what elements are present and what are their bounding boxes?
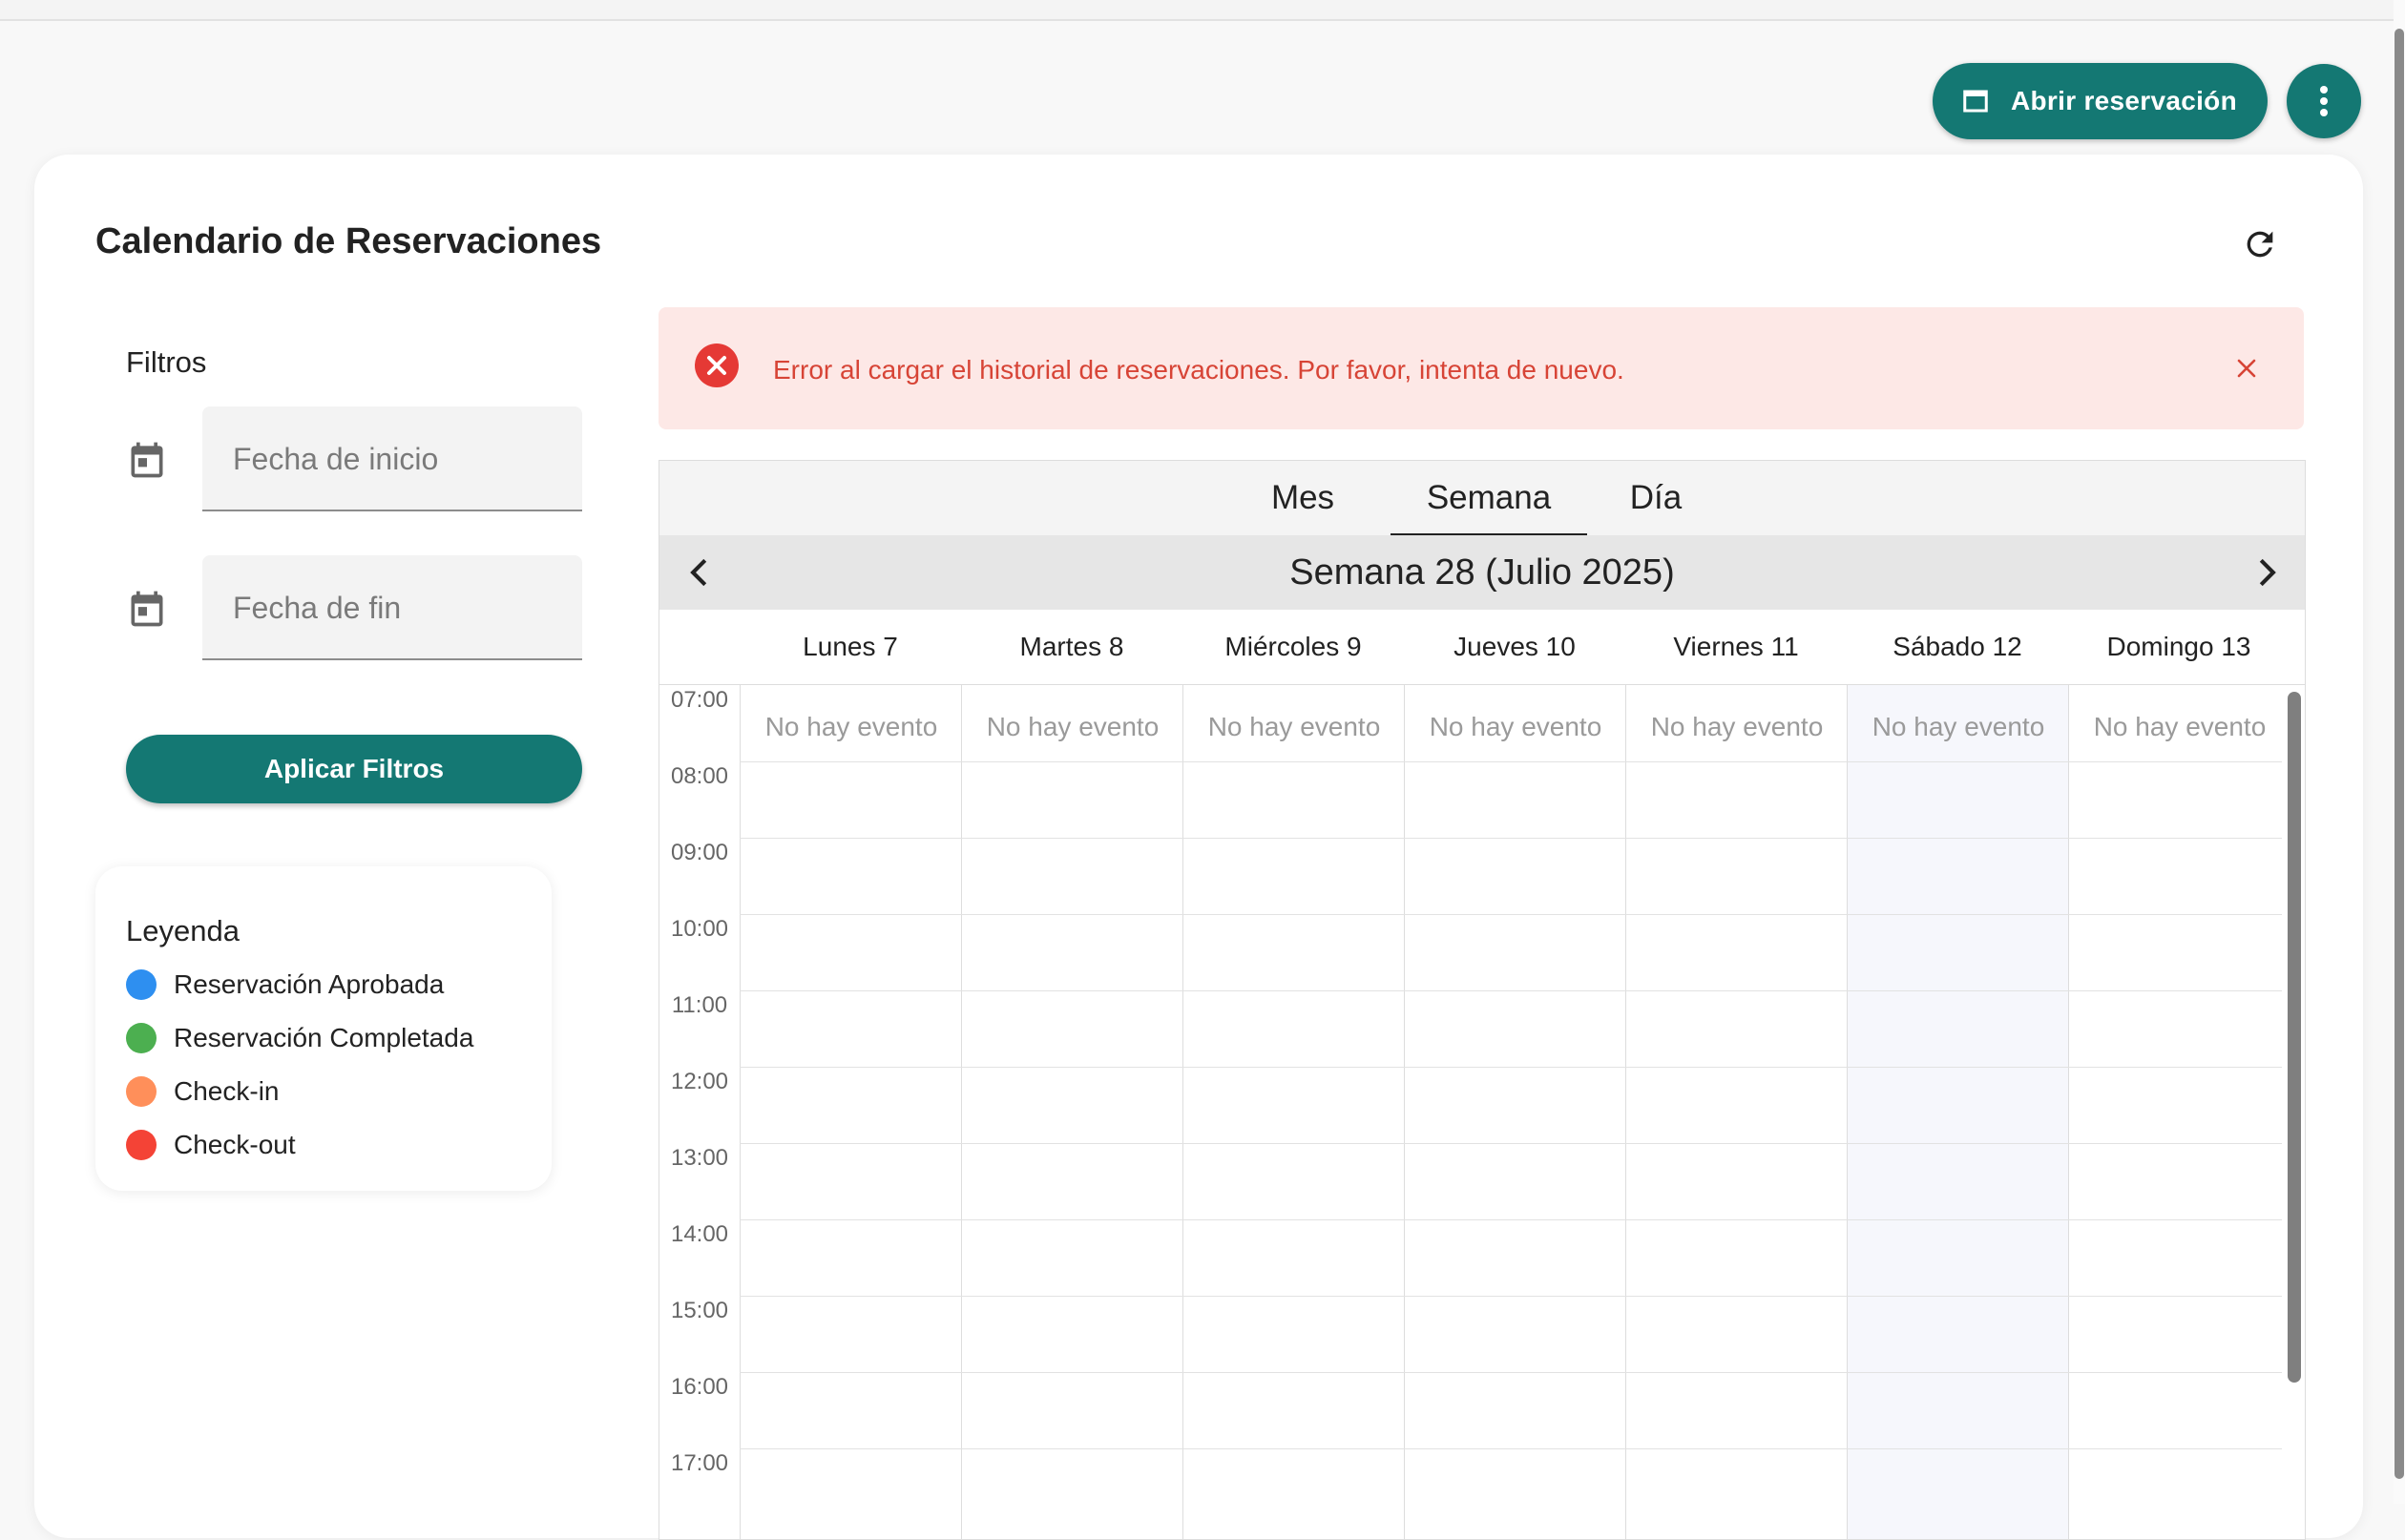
legend-item: Check-out: [126, 1130, 296, 1160]
day-header: Lunes 7: [803, 632, 898, 661]
start-date-row: Fecha de inicio: [126, 406, 584, 513]
legend-label: Reservación Aprobada: [174, 969, 445, 999]
start-date-field[interactable]: Fecha de inicio: [202, 406, 582, 511]
hour-divider: [740, 1296, 2282, 1297]
chevron-right-icon[interactable]: [2248, 554, 2284, 591]
time-label: 07:00: [670, 687, 729, 713]
day-column[interactable]: No hay evento: [961, 685, 1182, 1539]
day-header: Jueves 10: [1453, 632, 1576, 661]
legend-title: Leyenda: [126, 914, 240, 947]
time-label: 13:00: [670, 1145, 729, 1171]
calendar: Mes Semana Día Semana 28 (Julio 2025) Lu…: [659, 460, 2306, 1540]
week-navigation: Semana 28 (Julio 2025): [659, 535, 2305, 610]
legend-item: Reservación Aprobada: [126, 969, 444, 1000]
view-tabs: Mes Semana Día: [659, 461, 2305, 537]
legend-label: Reservación Completada: [174, 1023, 474, 1052]
legend-label: Check-in: [174, 1076, 280, 1106]
time-label: 14:00: [670, 1221, 729, 1247]
page-title: Calendario de Reservaciones: [95, 221, 602, 261]
hour-divider: [740, 1067, 2282, 1068]
no-event-label: No hay evento: [1650, 712, 1824, 741]
legend-dot: [126, 1076, 157, 1107]
tab-month[interactable]: Mes: [1259, 461, 1347, 535]
more-vert-icon: [2320, 86, 2328, 116]
legend-item: Check-in: [126, 1076, 279, 1107]
tab-day[interactable]: Día: [1618, 461, 1694, 535]
error-message: Error al cargar el historial de reservac…: [773, 355, 1624, 385]
close-icon[interactable]: [2235, 357, 2258, 380]
top-actions: Abrir reservación: [1933, 63, 2361, 139]
time-label: 17:00: [670, 1450, 729, 1476]
no-event-label: No hay evento: [1429, 712, 1602, 741]
hour-divider: [740, 761, 2282, 762]
error-alert: Error al cargar el historial de reservac…: [659, 307, 2304, 429]
page-scrollbar-thumb[interactable]: [2395, 29, 2404, 1479]
hour-divider: [740, 914, 2282, 915]
chevron-left-icon[interactable]: [682, 554, 719, 591]
end-date-row: Fecha de fin: [126, 555, 584, 662]
refresh-icon: [2247, 231, 2273, 258]
time-label: 09:00: [670, 840, 729, 865]
day-column[interactable]: No hay evento: [740, 685, 961, 1539]
hour-divider: [740, 1372, 2282, 1373]
tab-week[interactable]: Semana: [1391, 461, 1587, 537]
hour-divider: [740, 838, 2282, 839]
top-bar: [0, 0, 2405, 21]
legend-dot: [126, 969, 157, 1000]
open-reservation-label: Abrir reservación: [2011, 86, 2237, 115]
legend-panel: Leyenda Reservación Aprobada Reservación…: [95, 866, 552, 1191]
no-event-label: No hay evento: [986, 712, 1160, 741]
day-header: Viernes 11: [1673, 632, 1799, 661]
error-icon: [695, 343, 739, 387]
legend-item: Reservación Completada: [126, 1023, 473, 1053]
filters-title: Filtros: [126, 345, 207, 379]
time-label: 12:00: [670, 1069, 729, 1094]
day-column[interactable]: No hay evento: [2068, 685, 2290, 1539]
more-options-button[interactable]: [2287, 64, 2361, 138]
day-headers: Lunes 7 Martes 8 Miércoles 9 Jueves 10 V…: [659, 610, 2305, 685]
calendar-scrollbar-thumb[interactable]: [2288, 692, 2301, 1383]
time-label: 11:00: [671, 992, 728, 1018]
day-header: Sábado 12: [1893, 632, 2022, 661]
no-event-label: No hay evento: [764, 712, 938, 741]
no-event-label: No hay evento: [1207, 712, 1381, 741]
day-column[interactable]: No hay evento: [1404, 685, 1625, 1539]
hour-divider: [740, 1143, 2282, 1144]
day-header: Miércoles 9: [1224, 632, 1362, 661]
window-icon: [1963, 90, 1988, 113]
legend-label: Check-out: [174, 1130, 296, 1159]
reservations-card: Calendario de Reservaciones Filtros Fech…: [34, 155, 2363, 1540]
day-column[interactable]: No hay evento: [1625, 685, 1847, 1539]
day-column[interactable]: No hay evento: [1182, 685, 1404, 1539]
apply-filters-button[interactable]: Aplicar Filtros: [126, 735, 582, 803]
calendar-icon: [131, 442, 163, 478]
hour-divider: [740, 990, 2282, 991]
hour-divider: [740, 1448, 2282, 1449]
time-label: 08:00: [670, 763, 729, 789]
time-label: 16:00: [670, 1374, 729, 1400]
week-title: Semana 28 (Julio 2025): [1289, 552, 1675, 593]
calendar-icon: [131, 591, 163, 627]
week-grid: No hay evento No hay evento No hay event…: [659, 685, 2282, 1539]
no-event-label: No hay evento: [2093, 712, 2267, 741]
day-header: Domingo 13: [2106, 632, 2251, 661]
hour-divider: [740, 1219, 2282, 1220]
legend-dot: [126, 1023, 157, 1053]
refresh-button[interactable]: [2241, 225, 2279, 268]
no-event-label: No hay evento: [1872, 712, 2045, 741]
open-reservation-button[interactable]: Abrir reservación: [1933, 63, 2268, 139]
day-column[interactable]: No hay evento: [1847, 685, 2068, 1539]
time-label: 15:00: [670, 1298, 729, 1323]
end-date-field[interactable]: Fecha de fin: [202, 555, 582, 660]
day-header: Martes 8: [1019, 632, 1124, 661]
time-label: 10:00: [670, 916, 729, 942]
legend-dot: [126, 1130, 157, 1160]
